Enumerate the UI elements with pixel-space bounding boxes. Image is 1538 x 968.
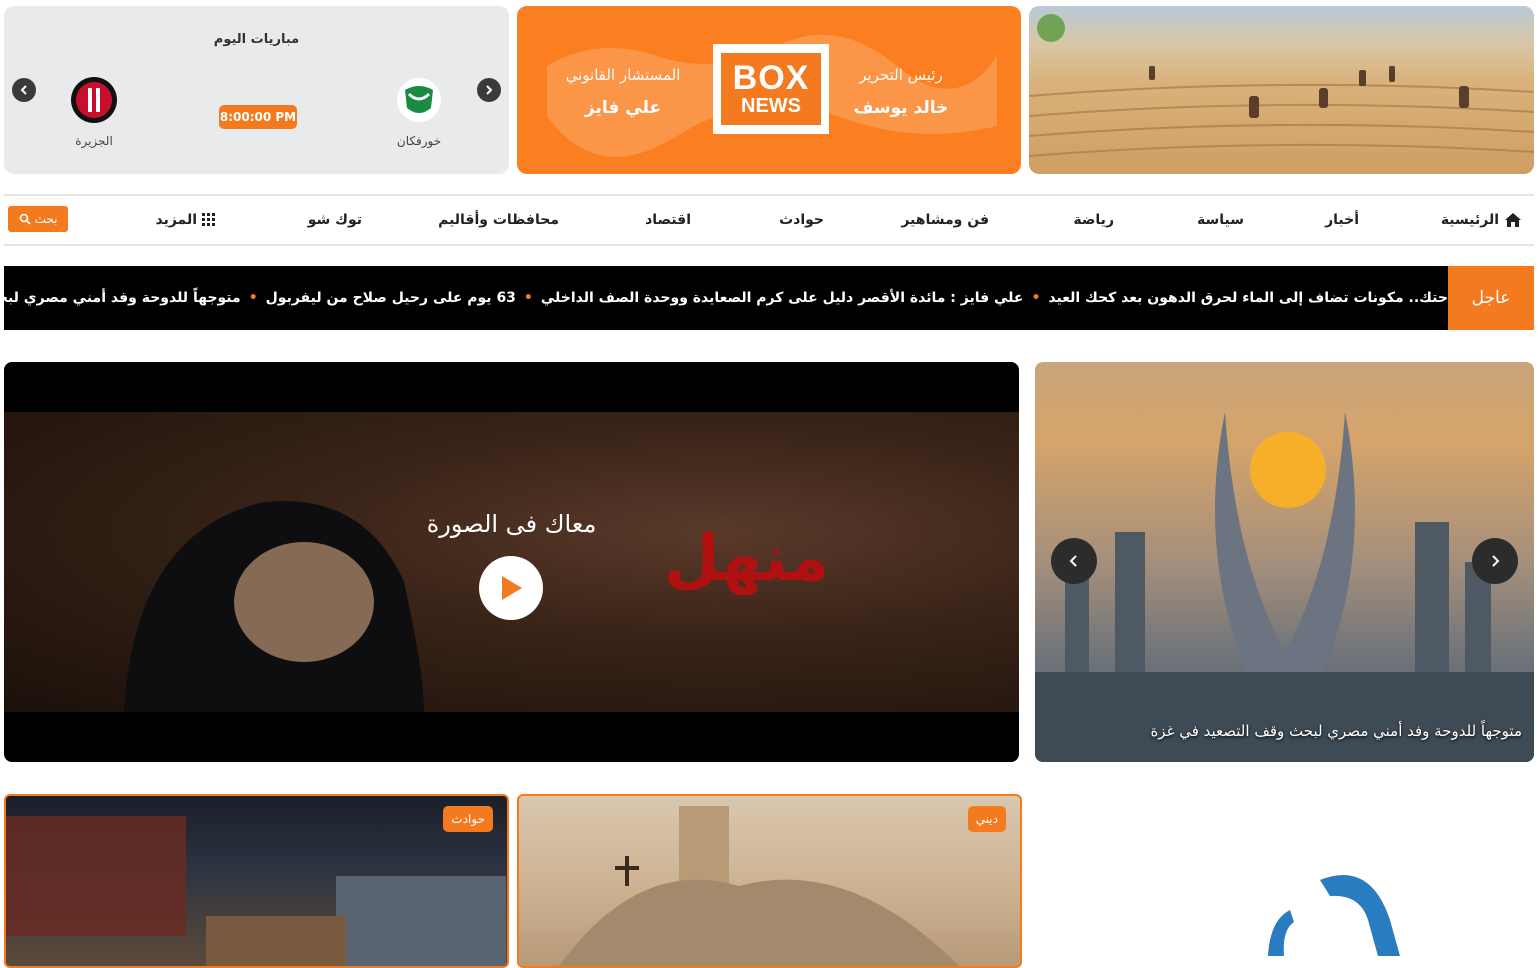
counsel-role: المستشار القانوني [565, 66, 681, 84]
nav-economy-label: اقتصاد [645, 212, 691, 228]
search-button[interactable]: بحث [8, 206, 68, 232]
ticker-item[interactable]: حتك.. مكونات تضاف إلى الماء لحرق الدهون … [1048, 290, 1448, 306]
home-team[interactable]: خورفكان [374, 76, 464, 148]
matches-next-button[interactable] [12, 78, 36, 102]
chevron-right-icon [486, 85, 493, 95]
agriculture-photo-banner[interactable] [1029, 6, 1534, 174]
logo-news-text: NEWS [741, 95, 801, 117]
counsel-name: علي فايز [584, 98, 662, 118]
boxnews-banner[interactable]: رئيس التحرير خالد يوسف BOX NEWS المستشار… [517, 6, 1021, 174]
play-button[interactable] [479, 556, 543, 620]
legal-counsel: المستشار القانوني علي فايز [543, 66, 703, 118]
nav-art[interactable]: فن ومشاهير [901, 196, 989, 244]
nav-news-label: أخبار [1325, 212, 1359, 228]
nav-more[interactable]: المزيد [156, 196, 217, 244]
matches-prev-button[interactable] [477, 78, 501, 102]
ticker-track: حتك.. مكونات تضاف إلى الماء لحرق الدهون … [4, 266, 1448, 330]
ticker-separator: • [523, 290, 533, 306]
aljazira-logo [70, 76, 118, 124]
slider-prev-button[interactable] [1051, 538, 1097, 584]
chevron-left-icon [1069, 555, 1077, 567]
nav-accidents-label: حوادث [779, 212, 824, 228]
skyline-image [1035, 412, 1534, 762]
news-slider[interactable]: متوجهاً للدوحة وفد أمني مصري لبحث وقف ال… [1035, 362, 1534, 762]
match-time-badge: 8:00:00 PM [219, 105, 297, 129]
site-logo-partial [1268, 875, 1400, 956]
nav-art-label: فن ومشاهير [901, 212, 989, 228]
fire-scene-image [6, 816, 506, 966]
breaking-news-ticker: عاجل حتك.. مكونات تضاف إلى الماء لحرق ال… [4, 266, 1534, 330]
search-icon [19, 213, 31, 225]
search-label: بحث [34, 212, 58, 226]
category-tag[interactable]: حوادث [443, 806, 493, 832]
nav-economy[interactable]: اقتصاد [645, 196, 691, 244]
church-image [559, 806, 959, 966]
video-caption: معاك فى الصورة [426, 510, 597, 538]
ticker-separator: • [1031, 290, 1041, 306]
ticker-item[interactable]: علي فايز : مائدة الأقصر دليل على كرم الص… [541, 290, 1024, 306]
nav-politics[interactable]: سياسة [1197, 196, 1244, 244]
nav-sports-label: رياضة [1073, 212, 1114, 228]
desert-farming-image [1029, 14, 1534, 157]
news-card[interactable]: ديني [517, 794, 1022, 968]
main-nav: الرئيسية أخبار سياسة رياضة فن ومشاهير حو… [4, 196, 1534, 244]
nav-politics-label: سياسة [1197, 212, 1244, 228]
editor-in-chief: رئيس التحرير خالد يوسف [821, 66, 981, 118]
ticker-separator: • [248, 290, 258, 306]
home-icon [1505, 213, 1521, 227]
nav-governorates[interactable]: محافظات وأقاليم [438, 196, 559, 244]
nav-home-label: الرئيسية [1440, 212, 1499, 228]
chevron-right-icon [1492, 555, 1500, 567]
slider-caption[interactable]: متوجهاً للدوحة وفد أمني مصري لبحث وقف ال… [1150, 722, 1522, 740]
logo-box-text: BOX [732, 59, 810, 97]
away-team-name: الجزيرة [75, 134, 113, 148]
play-icon [502, 576, 522, 600]
khorfakkan-logo [395, 76, 443, 124]
category-tag[interactable]: ديني [967, 806, 1006, 832]
nav-talkshow-label: توك شو [307, 212, 362, 228]
slider-next-button[interactable] [1472, 538, 1518, 584]
nav-home[interactable]: الرئيسية [1441, 196, 1522, 244]
nav-sports[interactable]: رياضة [1073, 196, 1114, 244]
editor-role: رئيس التحرير [859, 66, 943, 84]
ticker-item[interactable]: 63 يوم على رحيل صلاح من ليفربول [266, 290, 516, 306]
news-card[interactable]: حوادث [4, 794, 509, 968]
grid-icon [202, 213, 215, 226]
ticker-item[interactable]: متوجهاً للدوحة وفد أمني مصري لبحث وقف [4, 290, 241, 306]
editor-name: خالد يوسف [853, 98, 949, 118]
nav-accidents[interactable]: حوادث [779, 196, 824, 244]
breaking-label: عاجل [1448, 266, 1534, 330]
matches-title: مباريات اليوم [213, 32, 300, 47]
nav-talkshow[interactable]: توك شو [308, 196, 362, 244]
home-team-name: خورفكان [396, 134, 442, 148]
ministry-logo-icon [1037, 14, 1065, 42]
away-team[interactable]: الجزيرة [49, 76, 139, 148]
nav-news[interactable]: أخبار [1325, 196, 1359, 244]
nav-more-label: المزيد [155, 212, 198, 228]
featured-video[interactable]: منهل معاك فى الصورة [4, 362, 1019, 762]
nav-governorates-label: محافظات وأقاليم [438, 212, 559, 228]
boxnews-logo: BOX NEWS [713, 44, 829, 134]
nav-bottom-divider [4, 244, 1534, 246]
chevron-left-icon [20, 85, 27, 95]
matches-widget: مباريات اليوم خورفكان الجزيرة 8:00:00 PM [4, 6, 509, 174]
